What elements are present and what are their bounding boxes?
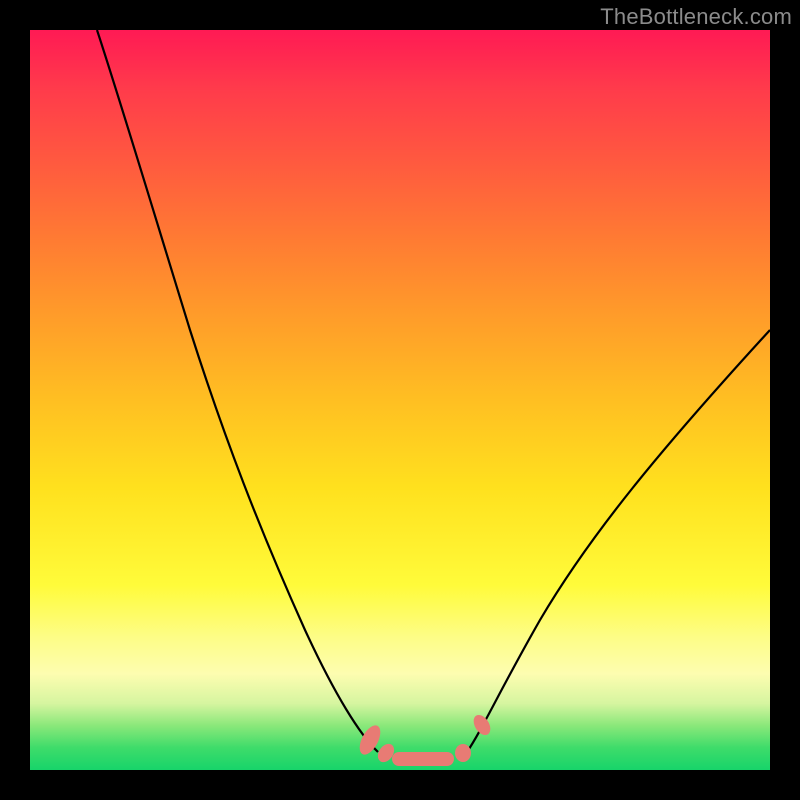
watermark-text: TheBottleneck.com <box>600 4 792 30</box>
chart-svg <box>30 30 770 770</box>
plot-area <box>30 30 770 770</box>
curve-right <box>467 330 770 752</box>
curve-left <box>97 30 378 752</box>
chart-frame: TheBottleneck.com <box>0 0 800 800</box>
valley-markers <box>355 712 493 766</box>
